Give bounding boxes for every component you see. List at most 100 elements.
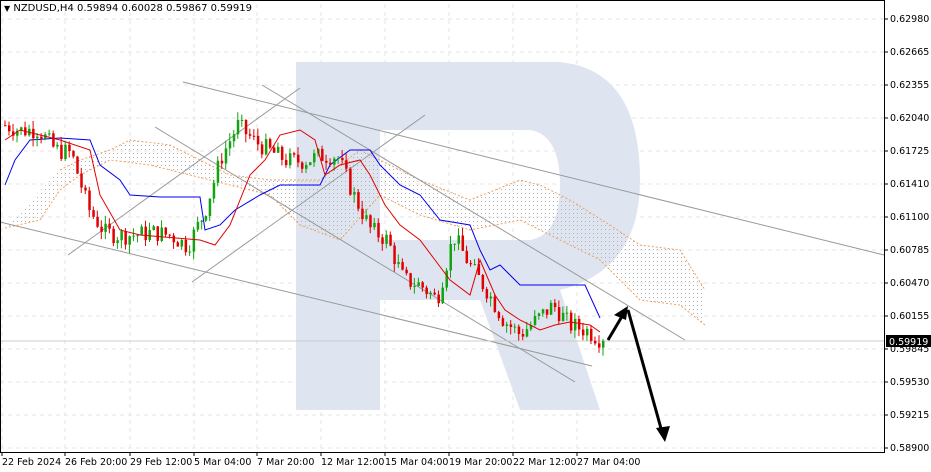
y-tick-label: 0.60470 xyxy=(890,278,929,289)
candle-body xyxy=(204,215,208,221)
open-value: 0.59894 xyxy=(77,3,119,14)
x-tick-label: 29 Feb 12:00 xyxy=(130,457,192,468)
candle-body xyxy=(200,220,204,222)
y-tick-label: 0.62980 xyxy=(890,14,929,25)
y-tick-label: 0.59215 xyxy=(890,410,929,421)
candle-body xyxy=(313,153,316,163)
y-tick-label: 0.62040 xyxy=(890,113,929,124)
candle-body xyxy=(589,328,593,341)
candle-body xyxy=(108,223,111,229)
candle-body xyxy=(152,226,155,231)
candle-body xyxy=(493,296,497,313)
candle-body xyxy=(341,157,344,161)
price-axis[interactable]: 0.62980 0.62665 0.62355 0.62040 0.61725 0.614… xyxy=(884,14,929,454)
candle-body xyxy=(557,307,561,321)
candle-body xyxy=(413,286,416,288)
x-tick-label: 19 Mar 20:00 xyxy=(449,457,512,468)
candle-body xyxy=(196,221,200,230)
candle-body xyxy=(180,239,184,247)
y-tick-label: 0.58900 xyxy=(890,443,929,454)
candle-body xyxy=(68,144,71,152)
candle-body xyxy=(276,146,280,153)
candle-body xyxy=(405,269,408,274)
candle-body xyxy=(4,125,7,127)
candle-body xyxy=(268,139,272,148)
candle-body xyxy=(160,227,164,241)
x-tick-label: 5 Mar 04:00 xyxy=(194,457,251,468)
candle-body xyxy=(80,173,83,188)
candle-body xyxy=(469,263,473,265)
candle-body xyxy=(216,160,220,183)
candle-body xyxy=(168,234,172,236)
candle-body xyxy=(309,162,312,166)
candle-body xyxy=(441,287,444,304)
y-tick-label: 0.61100 xyxy=(890,212,929,223)
current-price-label: 0.59919 xyxy=(889,337,928,348)
candle-body xyxy=(40,136,43,139)
candle-body xyxy=(228,141,232,149)
time-axis[interactable]: 22 Feb 2024 26 Feb 20:00 29 Feb 12:00 5 Mar… xyxy=(1,452,640,468)
candle-body xyxy=(112,228,115,244)
candle-body xyxy=(357,192,360,209)
candle-body xyxy=(437,294,440,304)
candle-body xyxy=(284,159,288,166)
candle-body xyxy=(321,148,324,161)
candle-body xyxy=(533,316,537,325)
candle-body xyxy=(36,136,39,139)
x-tick-label: 7 Mar 20:00 xyxy=(257,457,314,468)
candle-body xyxy=(224,148,228,164)
candle-body xyxy=(176,242,180,247)
candle-body xyxy=(244,119,248,135)
chart-header: ▼ NZDUSD,H4 0.59894 0.60028 0.59867 0.59… xyxy=(4,3,252,14)
candle-body xyxy=(497,312,501,319)
candle-body xyxy=(409,273,412,287)
candle-body xyxy=(248,134,252,136)
candle-body xyxy=(513,326,517,328)
candle-body xyxy=(280,146,284,160)
candle-body xyxy=(264,139,268,155)
triangle-down-icon[interactable]: ▼ xyxy=(4,4,10,13)
candle-body xyxy=(573,318,577,331)
candle-body xyxy=(128,236,131,245)
high-value: 0.60028 xyxy=(121,3,163,14)
candle-body xyxy=(48,133,51,135)
candle-body xyxy=(140,226,143,236)
candle-body xyxy=(465,250,469,264)
y-tick-label: 0.60155 xyxy=(890,311,929,322)
candle-body xyxy=(256,135,260,145)
candle-body xyxy=(144,226,147,241)
candle-body xyxy=(345,160,348,169)
candle-body xyxy=(56,144,59,147)
candle-body xyxy=(353,192,356,195)
symbol-label: NZDUSD,H4 xyxy=(13,3,74,14)
candle-body xyxy=(537,313,541,317)
candle-body xyxy=(565,312,569,314)
candle-body xyxy=(525,329,529,337)
candle-body xyxy=(449,243,452,271)
x-tick-label: 15 Mar 04:00 xyxy=(385,457,448,468)
candle-body xyxy=(188,251,192,253)
candle-body xyxy=(300,162,304,169)
candle-body xyxy=(288,153,292,166)
candle-body xyxy=(236,119,240,135)
candle-body xyxy=(445,270,448,288)
candle-body xyxy=(369,215,372,228)
candle-body xyxy=(481,274,485,290)
candle-body xyxy=(333,158,336,165)
candle-body xyxy=(549,302,553,315)
candle-body xyxy=(585,328,589,336)
candle-body xyxy=(373,222,376,228)
candle-body xyxy=(100,226,103,232)
candle-body xyxy=(60,144,63,159)
candle-body xyxy=(136,235,139,237)
candle-body xyxy=(433,292,436,295)
candle-body xyxy=(421,282,424,288)
price-chart[interactable]: 0.62980 0.62665 0.62355 0.62040 0.61725 0.614… xyxy=(0,0,931,472)
candle-body xyxy=(92,210,95,217)
candle-body xyxy=(389,234,392,246)
x-tick-label: 22 Mar 12:00 xyxy=(513,457,576,468)
arrow-down xyxy=(626,309,664,433)
candle-body xyxy=(148,230,151,241)
y-tick-label: 0.59530 xyxy=(890,377,929,388)
y-tick-label: 0.62665 xyxy=(890,47,929,58)
